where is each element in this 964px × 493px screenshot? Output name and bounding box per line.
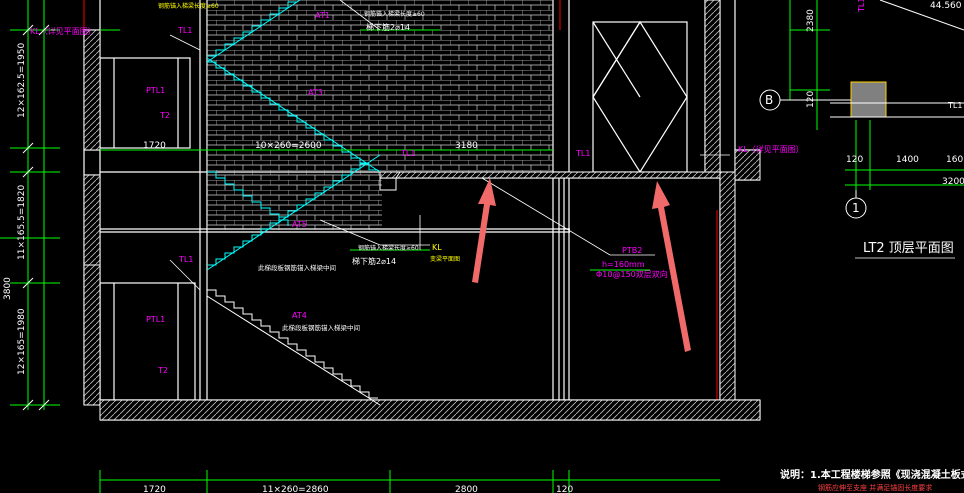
label-at4: AT4 [292, 311, 307, 320]
dim-3180: 3180 [455, 141, 478, 151]
arrow-right [652, 181, 691, 352]
dim-left-4: 3800 [3, 277, 13, 300]
dim-left-1: 12×162.5=1950 [17, 43, 27, 118]
label-tl-right: TL1 [947, 101, 962, 110]
notes-line-2: 钢筋应伸至支座 并满足锚固长度要求 [818, 483, 932, 492]
dim-2600: 10×260=2600 [255, 141, 322, 151]
dim-right-2380: 2380 [806, 9, 816, 32]
label-kl-b: KL（详见平面图） [738, 144, 804, 154]
label-ptb2: PTB2 [622, 246, 642, 255]
label-at1: AT1 [315, 11, 330, 20]
label-top-rebar-b: 梯下筋2⌀14 [352, 256, 396, 266]
dim-120: 120 [846, 155, 863, 165]
label-tl1-a: TL1 [177, 26, 192, 35]
label-ptl1-b: PTL1 [146, 315, 165, 324]
label-kl-a: KL [432, 243, 442, 252]
label-stair-note-c: 此梯段板钢筋锚入梯梁中间 [258, 263, 336, 272]
drawing-title: LT2 顶层平面图 [863, 241, 954, 256]
label-at3: AT3 [308, 88, 323, 97]
dim-right-120: 120 [806, 91, 816, 108]
red-arrows [472, 178, 691, 352]
label-yellow-top: 钢筋锚入梯梁长度≥60 [158, 2, 219, 10]
label-t2-a: T2 [159, 111, 170, 120]
label-at5: AT5 [292, 220, 307, 229]
arrow-left [472, 178, 496, 283]
left-dimension-lines [0, 0, 60, 410]
label-stair-note-a: 钢筋锚入梯梁长度≥60 [364, 10, 425, 18]
dim-bottom-2860: 11×260=2860 [262, 485, 329, 493]
label-tl1-c: TL1 [400, 149, 415, 158]
label-tl1-b: TL1 [178, 255, 193, 264]
label-t2-b: T2 [157, 366, 168, 375]
label-yellow-note: 变梁平面图 [430, 255, 460, 263]
cad-drawing-canvas: TL1 PTL1 T2 TL1 PTL1 T2 AT1 AT3 AT5 AT4 … [0, 0, 964, 493]
column [850, 81, 887, 118]
dim-160: 160 [946, 155, 963, 165]
label-slab-rebar: Φ10@150双层双向 [596, 269, 668, 279]
label-top-rebar-a: 梯下筋2⌀14 [366, 22, 410, 32]
dim-left-3: 12×165=1980 [17, 308, 27, 375]
dim-bottom-2800: 2800 [455, 485, 478, 493]
notes-line-1: 说明：1.本工程楼梯参照《现浇混凝土板式楼梯》(22G [780, 468, 964, 481]
label-stair-note-b: 钢筋锚入梯梁长度≥60 [358, 244, 419, 252]
dim-1720: 1720 [143, 141, 166, 151]
label-ptl1-a: PTL1 [146, 86, 165, 95]
label-slab-h: h=160mm [602, 260, 645, 269]
label-ptl-right: TL1 [857, 0, 866, 13]
dim-bottom-120: 120 [556, 485, 573, 493]
label-kl-c: KL（详见平面图） [30, 26, 96, 36]
dim-1400: 1400 [896, 155, 919, 165]
grid-label-b: B [765, 93, 773, 107]
label-stair-note-d: 此梯段板钢筋锚入梯梁中间 [282, 323, 360, 332]
dim-3200: 3200 [942, 177, 964, 187]
elevation-label: 44.560 [930, 1, 962, 11]
label-tl1-d: TL1 [575, 149, 590, 158]
dim-bottom-1720: 1720 [143, 485, 166, 493]
dim-left-2: 11×165.5=1820 [17, 185, 27, 260]
grid-label-1: 1 [852, 201, 860, 215]
